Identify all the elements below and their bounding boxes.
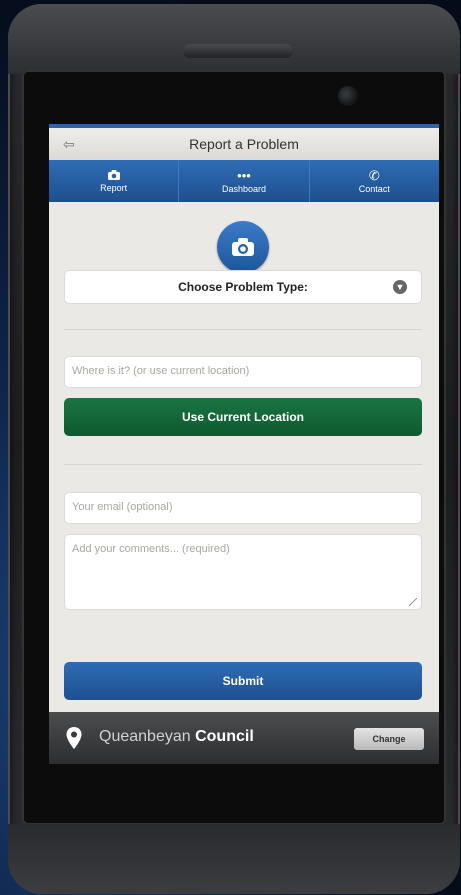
email-placeholder: Your email (optional) [72, 501, 173, 513]
camera-icon [232, 238, 254, 256]
council-footer: Queanbeyan Council Change [49, 712, 439, 764]
camera-icon [107, 170, 120, 180]
phone-icon: ✆ [368, 167, 380, 183]
earpiece-speaker [183, 44, 293, 58]
comments-placeholder: Add your comments... (required) [72, 543, 230, 555]
page-title: Report a Problem [189, 136, 299, 152]
front-camera-icon [338, 86, 358, 106]
comments-textarea[interactable]: Add your comments... (required) [64, 534, 422, 610]
council-name: Queanbeyan Council [99, 728, 254, 746]
resize-handle-icon[interactable] [409, 598, 417, 606]
location-input[interactable]: Where is it? (or use current location) [64, 356, 422, 388]
tab-bar: Report ••• Dashboard ✆ Contact [49, 160, 439, 202]
tab-label: Dashboard [221, 183, 266, 194]
divider [64, 464, 422, 465]
location-pin-icon [66, 727, 82, 749]
tab-label: Report [100, 183, 128, 193]
chevron-down-icon: ▼ [393, 280, 407, 294]
phone-top [8, 4, 460, 74]
tab-dashboard[interactable]: ••• Dashboard [179, 160, 310, 202]
add-photo-button[interactable] [217, 221, 269, 273]
location-placeholder: Where is it? (or use current location) [72, 365, 250, 377]
dots-icon: ••• [237, 167, 251, 183]
email-field[interactable]: Your email (optional) [64, 492, 422, 524]
tab-report[interactable]: Report [49, 160, 180, 202]
change-council-button[interactable]: Change [354, 728, 424, 750]
tab-label: Contact [358, 183, 390, 194]
use-current-location-button[interactable]: Use Current Location [64, 398, 422, 436]
divider [64, 329, 422, 330]
council-name-bold: Council [195, 728, 254, 745]
phone-bottom [8, 824, 460, 894]
app-screen: ⇦ Report a Problem Report ••• Dashboard … [49, 124, 439, 764]
back-arrow-icon[interactable]: ⇦ [63, 137, 85, 151]
title-bar: ⇦ Report a Problem [49, 124, 439, 160]
problem-type-label: Choose Problem Type: [178, 280, 308, 294]
problem-type-select[interactable]: Choose Problem Type: ▼ [64, 270, 422, 304]
council-name-light: Queanbeyan [99, 728, 191, 745]
tab-contact[interactable]: ✆ Contact [310, 160, 439, 202]
submit-button[interactable]: Submit [64, 662, 422, 700]
